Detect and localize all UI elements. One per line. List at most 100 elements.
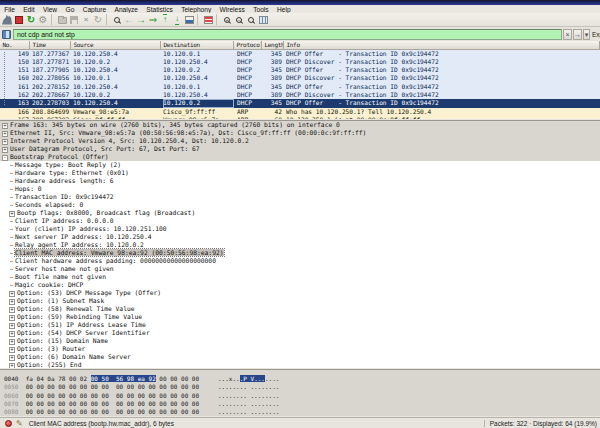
stop-capture-icon[interactable] xyxy=(13,13,25,26)
column-header-no[interactable]: No. xyxy=(0,41,30,50)
zoom-out-icon[interactable]: − xyxy=(233,13,245,26)
detail-row[interactable]: +Option: (6) Domain Name Server xyxy=(0,353,600,361)
detail-row[interactable]: Relay agent IP address: 10.120.0.2 xyxy=(0,241,600,249)
detail-row[interactable]: +Option: (255) End xyxy=(0,361,600,368)
column-header-source[interactable]: Source xyxy=(71,41,161,50)
go-to-packet-icon[interactable]: ⇒ xyxy=(147,13,159,26)
detail-row[interactable]: +Option: (15) Domain Name xyxy=(0,337,600,345)
detail-row[interactable]: Magic cookie: DHCP xyxy=(0,281,600,289)
detail-row[interactable]: Your (client) IP address: 10.120.251.100 xyxy=(0,225,600,233)
resize-columns-icon[interactable] xyxy=(257,13,269,26)
expander-icon[interactable]: + xyxy=(9,347,15,353)
filter-expression-label[interactable]: Expression… xyxy=(592,31,600,38)
go-back-icon[interactable]: ← xyxy=(123,13,135,26)
menu-tools[interactable]: Tools xyxy=(249,6,273,13)
packet-row-160[interactable]: 160202.27805610.120.0.110.120.250.4DHCP3… xyxy=(0,74,600,82)
detail-row[interactable]: Next server IP address: 10.120.250.4 xyxy=(0,233,600,241)
expander-icon[interactable]: + xyxy=(9,323,15,329)
start-capture-icon[interactable] xyxy=(1,13,13,26)
detail-row[interactable]: Client IP address: 0.0.0.0 xyxy=(0,217,600,225)
detail-row[interactable]: Client hardware address padding: 0000000… xyxy=(0,257,600,265)
column-header-time[interactable]: Time xyxy=(30,41,71,50)
packet-row-162[interactable]: 162202.27866710.120.0.210.120.250.4DHCP3… xyxy=(0,91,600,99)
go-forward-icon[interactable]: → xyxy=(135,13,147,26)
capture-comment-icon[interactable]: ✎ xyxy=(16,419,23,428)
menu-statistics[interactable]: Statistics xyxy=(142,6,177,13)
packet-row-161[interactable]: 161202.27815210.120.250.410.120.0.1DHCP3… xyxy=(0,83,600,91)
filter-dropdown-button[interactable]: ▾ xyxy=(583,29,590,40)
close-file-icon[interactable]: × xyxy=(80,13,92,26)
menu-capture[interactable]: Capture xyxy=(78,6,110,13)
detail-row[interactable]: Hops: 0 xyxy=(0,185,600,193)
filter-apply-button[interactable]: → xyxy=(573,29,582,40)
packet-row-151[interactable]: 151187.27790510.120.250.410.120.0.2DHCP3… xyxy=(0,66,600,74)
column-header-length[interactable]: Length xyxy=(262,41,284,50)
detail-row[interactable]: +Bootp flags: 0x8000, Broadcast flag (Br… xyxy=(0,209,600,217)
expander-icon[interactable]: + xyxy=(9,331,15,337)
packet-row-163[interactable]: 163202.27870310.120.250.410.120.0.2DHCP3… xyxy=(0,99,600,107)
packet-row-150[interactable]: 150187.27787110.120.0.210.120.250.4DHCP3… xyxy=(0,58,600,66)
colorize-icon[interactable] xyxy=(202,13,214,26)
detail-row[interactable]: +Frame 163: 345 bytes on wire (2760 bits… xyxy=(0,121,600,129)
column-header-info[interactable]: Info xyxy=(284,41,600,50)
packet-row-149[interactable]: 149187.27736710.120.250.410.120.0.1DHCP3… xyxy=(0,50,600,58)
menu-wireless[interactable]: Wireless xyxy=(215,6,249,13)
detail-row[interactable]: Transaction ID: 0x9c194472 xyxy=(0,193,600,201)
save-file-icon[interactable] xyxy=(68,13,80,26)
expander-icon[interactable]: - xyxy=(2,155,8,161)
detail-row[interactable]: Client MAC address: Vmware_98:ea:92 (00:… xyxy=(0,249,600,257)
menu-edit[interactable]: Edit xyxy=(19,6,39,13)
go-bottom-icon[interactable]: ↓ xyxy=(171,13,183,26)
expander-icon[interactable]: + xyxy=(9,363,15,369)
detail-row[interactable]: Boot file name not given xyxy=(0,273,600,281)
detail-row[interactable]: +Option: (59) Rebinding Time Value xyxy=(0,313,600,321)
reload-icon[interactable]: ↻ xyxy=(92,13,104,26)
zoom-reset-icon[interactable] xyxy=(245,13,257,26)
detail-row[interactable]: +Option: (51) IP Address Lease Time xyxy=(0,321,600,329)
detail-row[interactable]: +Option: (58) Renewal Time Value xyxy=(0,305,600,313)
detail-row[interactable]: +Option: (3) Router xyxy=(0,345,600,353)
column-header-destination[interactable]: Destination xyxy=(161,41,234,50)
expander-icon[interactable]: + xyxy=(9,291,15,297)
detail-row[interactable]: +Option: (1) Subnet Mask xyxy=(0,297,600,305)
hex-row-0070[interactable]: 0070 00 00 00 00 00 00 00 00 00 00 00 00… xyxy=(0,400,600,408)
auto-scroll-icon[interactable] xyxy=(183,13,195,26)
menu-file[interactable]: File xyxy=(0,6,19,13)
expander-icon[interactable]: + xyxy=(9,211,15,217)
open-file-icon[interactable] xyxy=(56,13,68,26)
detail-row[interactable]: +Internet Protocol Version 4, Src: 10.12… xyxy=(0,137,600,145)
menu-telephony[interactable]: Telephony xyxy=(177,6,215,13)
menu-analyze[interactable]: Analyze xyxy=(110,6,142,13)
detail-row[interactable]: -Bootstrap Protocol (Offer) xyxy=(0,153,600,161)
menu-view[interactable]: View xyxy=(39,6,62,13)
expander-icon[interactable]: + xyxy=(2,131,8,137)
detail-row[interactable]: Seconds elapsed: 0 xyxy=(0,201,600,209)
expander-icon[interactable]: + xyxy=(9,315,15,321)
display-filter-input[interactable]: not cdp and not stp xyxy=(13,29,562,40)
detail-row[interactable]: Server host name not given xyxy=(0,265,600,273)
hex-row-0040[interactable]: 0040 fa 04 0a 78 00 02 00 50 56 98 ea 92… xyxy=(0,375,600,383)
hex-row-0080[interactable]: 0080 00 00 00 00 00 00 00 00 00 00 00 00… xyxy=(0,408,600,416)
find-packet-icon[interactable] xyxy=(111,13,123,26)
menu-go[interactable]: Go xyxy=(61,6,78,13)
packet-row-167[interactable]: 167208.867203Cisco_9f:ff:ffVmware_98:e5:… xyxy=(0,116,600,119)
go-top-icon[interactable]: ↑ xyxy=(159,13,171,26)
expander-icon[interactable]: + xyxy=(9,339,15,345)
filter-bookmark-icon[interactable] xyxy=(2,30,11,39)
restart-capture-icon[interactable]: ↻ xyxy=(25,13,37,26)
detail-row[interactable]: +Option: (54) DHCP Server Identifier xyxy=(0,329,600,337)
detail-row[interactable]: +Option: (53) DHCP Message Type (Offer) xyxy=(0,289,600,297)
zoom-in-icon[interactable]: + xyxy=(221,13,233,26)
expander-icon[interactable]: + xyxy=(9,355,15,361)
hex-row-0060[interactable]: 0060 00 00 00 00 00 00 00 00 00 00 00 00… xyxy=(0,392,600,400)
detail-row[interactable]: +User Datagram Protocol, Src Port: 67, D… xyxy=(0,145,600,153)
expander-icon[interactable]: + xyxy=(2,139,8,145)
detail-row[interactable]: Hardware type: Ethernet (0x01) xyxy=(0,169,600,177)
hex-row-0050[interactable]: 0050 00 00 00 00 00 00 00 00 00 00 00 00… xyxy=(0,383,600,391)
expander-icon[interactable]: + xyxy=(9,299,15,305)
capture-options-icon[interactable]: ⚙ xyxy=(37,13,49,26)
packet-row-166[interactable]: 166208.864699Vmware_98:e5:7aCisco_9f:ff:… xyxy=(0,108,600,116)
menu-help[interactable]: Help xyxy=(273,6,295,13)
expander-icon[interactable]: + xyxy=(2,123,8,129)
filter-clear-button[interactable]: × xyxy=(563,29,572,40)
